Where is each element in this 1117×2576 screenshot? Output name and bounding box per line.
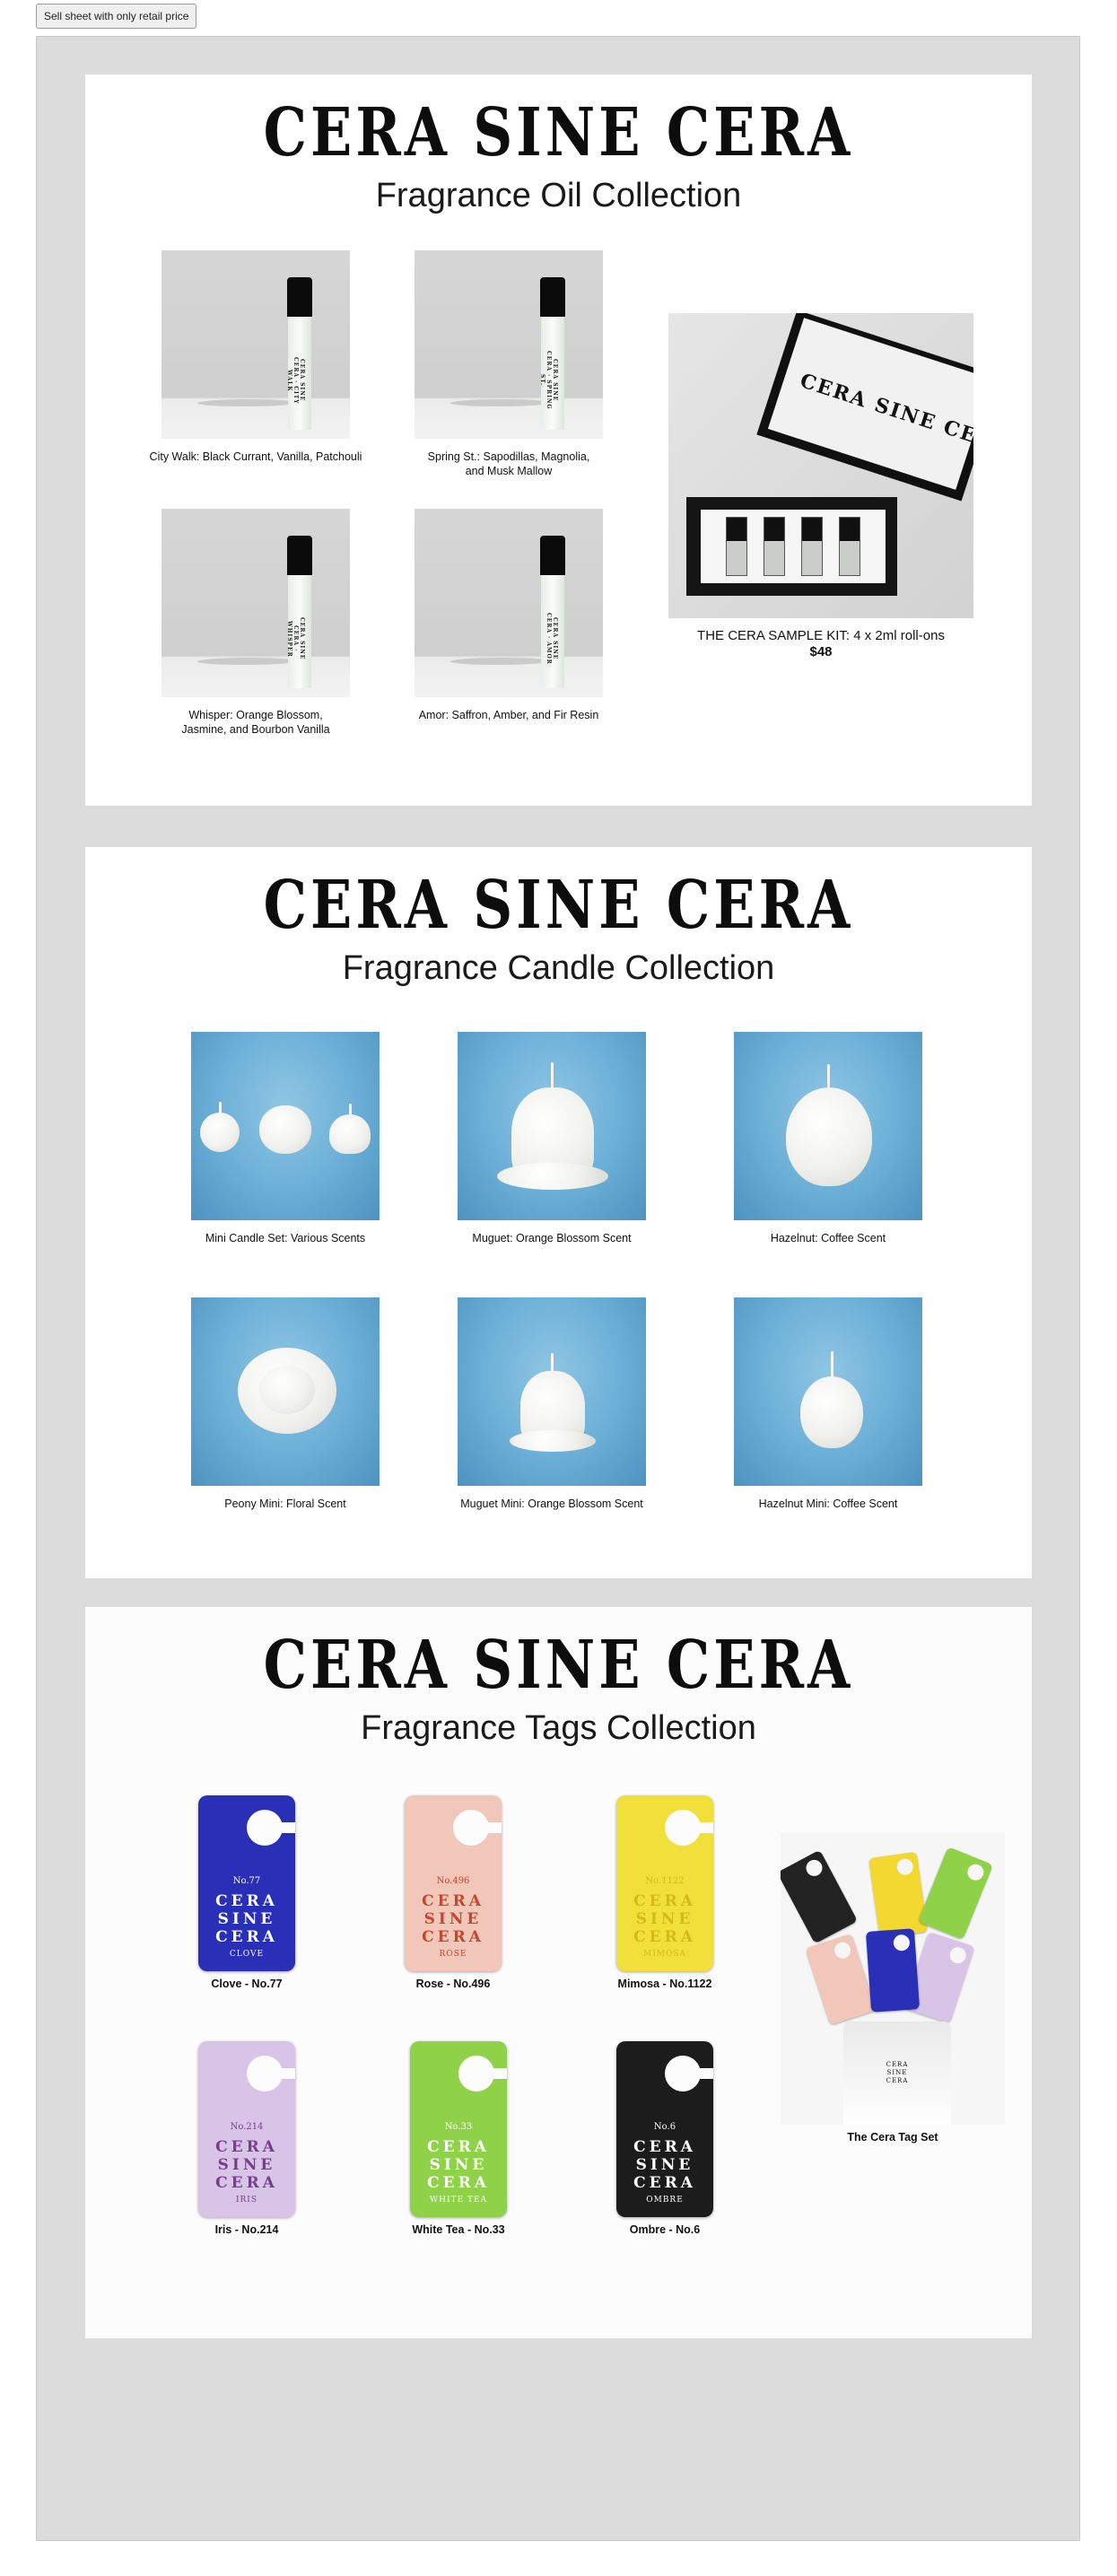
tags-collection-sheet: CERA SINE CERA Fragrance Tags Collection… xyxy=(85,1607,1032,2338)
product-caption: Hazelnut: Coffee Scent xyxy=(770,1232,886,1244)
fragrance-tag-image: No.214 CERA SINE CERA IRIS xyxy=(198,2041,295,2217)
product-card[interactable]: No.496 CERA SINE CERA ROSE Rose - No.496 xyxy=(363,1795,543,1991)
kit-price: $48 xyxy=(809,644,833,659)
product-caption: Spring St.: Sapodillas, Magnolia, and Mu… xyxy=(427,450,590,477)
fragrance-tag-image: No.496 CERA SINE CERA ROSE xyxy=(405,1795,502,1971)
candle-icon xyxy=(329,1114,371,1154)
product-caption: Iris - No.214 xyxy=(214,2223,279,2236)
product-card[interactable]: CERA SINE CERA · SPRING ST. Spring St.: … xyxy=(392,250,625,478)
product-caption: Muguet: Orange Blossom Scent xyxy=(472,1232,632,1244)
brand-logo: CERA SINE CERA xyxy=(263,1627,854,1704)
product-image xyxy=(191,1297,380,1486)
product-card[interactable]: Muguet Mini: Orange Blossom Scent xyxy=(449,1297,655,1511)
product-caption: White Tea - No.33 xyxy=(412,2223,505,2236)
product-caption: Whisper: Orange Blossom, Jasmine, and Bo… xyxy=(181,709,330,736)
roll-on-bottle-icon: CERA SINE CERA · AMOR xyxy=(540,536,565,688)
product-image xyxy=(191,1032,380,1220)
product-image xyxy=(734,1032,922,1220)
product-image: CERA SINE CERA · CITY WALK xyxy=(161,250,350,439)
tag-set-card[interactable]: CERA SINE CERA The Cera Tag Set xyxy=(767,1833,1018,2144)
fragrance-tag-image: No.77 CERA SINE CERA CLOVE xyxy=(198,1795,295,1971)
tag-set-pouch: CERA SINE CERA xyxy=(843,2022,951,2125)
product-caption: Mimosa - No.1122 xyxy=(617,1978,712,1990)
product-card[interactable]: Muguet: Orange Blossom Scent xyxy=(449,1032,655,1245)
roll-on-bottle-icon: CERA SINE CERA · SPRING ST. xyxy=(539,277,565,430)
tag-set-image: CERA SINE CERA xyxy=(781,1833,1005,2125)
product-card[interactable]: No.6 CERA SINE CERA OMBRE Ombre - No.6 xyxy=(575,2041,755,2237)
kit-box-lid: CERA SINE CERA xyxy=(756,313,973,502)
product-card[interactable]: Mini Candle Set: Various Scents xyxy=(182,1032,388,1245)
kit-box-tray xyxy=(686,497,897,596)
oil-collection-sheet: CERA SINE CERA Fragrance Oil Collection … xyxy=(85,74,1032,806)
product-card[interactable]: No.77 CERA SINE CERA CLOVE Clove - No.77 xyxy=(157,1795,336,1991)
product-image: CERA SINE CERA · SPRING ST. xyxy=(415,250,603,439)
product-caption: Clove - No.77 xyxy=(211,1978,283,1990)
product-caption: Ombre - No.6 xyxy=(629,2223,701,2236)
product-caption: Rose - No.496 xyxy=(415,1978,491,1990)
candle-icon xyxy=(259,1105,311,1154)
product-image xyxy=(458,1297,646,1486)
sample-kit-image: CERA SINE CERA xyxy=(668,313,973,618)
product-card[interactable]: Hazelnut Mini: Coffee Scent xyxy=(725,1297,931,1511)
product-caption: Muguet Mini: Orange Blossom Scent xyxy=(460,1498,643,1510)
product-caption: Hazelnut Mini: Coffee Scent xyxy=(758,1498,898,1510)
candle-collection-sheet: CERA SINE CERA Fragrance Candle Collecti… xyxy=(85,847,1032,1578)
fragrance-tag-image: No.6 CERA SINE CERA OMBRE xyxy=(616,2041,713,2217)
product-card[interactable]: Peony Mini: Floral Scent xyxy=(182,1297,388,1511)
product-caption: Peony Mini: Floral Scent xyxy=(224,1498,346,1510)
product-card[interactable]: Hazelnut: Coffee Scent xyxy=(725,1032,931,1245)
section-title: Fragrance Oil Collection xyxy=(375,177,742,214)
fragrance-tag-image: No.33 CERA SINE CERA WHITE TEA xyxy=(410,2041,507,2217)
section-title: Fragrance Tags Collection xyxy=(361,1709,756,1747)
section-title: Fragrance Candle Collection xyxy=(342,949,775,987)
roll-on-bottle-icon: CERA SINE CERA · CITY WALK xyxy=(286,277,312,430)
product-caption: City Walk: Black Currant, Vanilla, Patch… xyxy=(149,450,362,463)
brand-logo: CERA SINE CERA xyxy=(263,94,854,171)
kit-caption: THE CERA SAMPLE KIT: 4 x 2ml roll-ons xyxy=(697,628,945,643)
sell-sheet-retail-button[interactable]: Sell sheet with only retail price xyxy=(36,4,197,29)
sample-kit-card[interactable]: CERA SINE CERA THE CERA SAMPLE KIT: 4 x … xyxy=(659,313,982,659)
product-card[interactable]: No.1122 CERA SINE CERA MIMOSA Mimosa - No.… xyxy=(575,1795,755,1991)
tag-set-caption: The Cera Tag Set xyxy=(847,2131,938,2144)
product-card[interactable]: CERA SINE CERA · WHISPER Whisper: Orange… xyxy=(139,509,372,737)
product-image: CERA SINE CERA · WHISPER xyxy=(161,509,350,697)
candle-icon xyxy=(800,1376,863,1448)
product-card[interactable]: CERA SINE CERA · AMOR Amor: Saffron, Amb… xyxy=(392,509,625,722)
product-caption: Amor: Saffron, Amber, and Fir Resin xyxy=(418,709,599,721)
brand-logo: CERA SINE CERA xyxy=(263,867,854,944)
product-image: CERA SINE CERA · AMOR xyxy=(415,509,603,697)
fragrance-tag-image: No.1122 CERA SINE CERA MIMOSA xyxy=(616,1795,713,1971)
candle-icon xyxy=(200,1113,240,1152)
sell-sheet-frame: CERA SINE CERA Fragrance Oil Collection … xyxy=(36,36,1080,2541)
product-image xyxy=(734,1297,922,1486)
candle-icon xyxy=(786,1087,872,1186)
product-card[interactable]: No.33 CERA SINE CERA WHITE TEA White Tea -… xyxy=(369,2041,548,2237)
product-card[interactable]: CERA SINE CERA · CITY WALK City Walk: Bl… xyxy=(139,250,372,464)
product-card[interactable]: No.214 CERA SINE CERA IRIS Iris - No.214 xyxy=(157,2041,336,2237)
roll-on-bottle-icon: CERA SINE CERA · WHISPER xyxy=(286,536,312,688)
product-image xyxy=(458,1032,646,1220)
product-caption: Mini Candle Set: Various Scents xyxy=(205,1232,366,1244)
